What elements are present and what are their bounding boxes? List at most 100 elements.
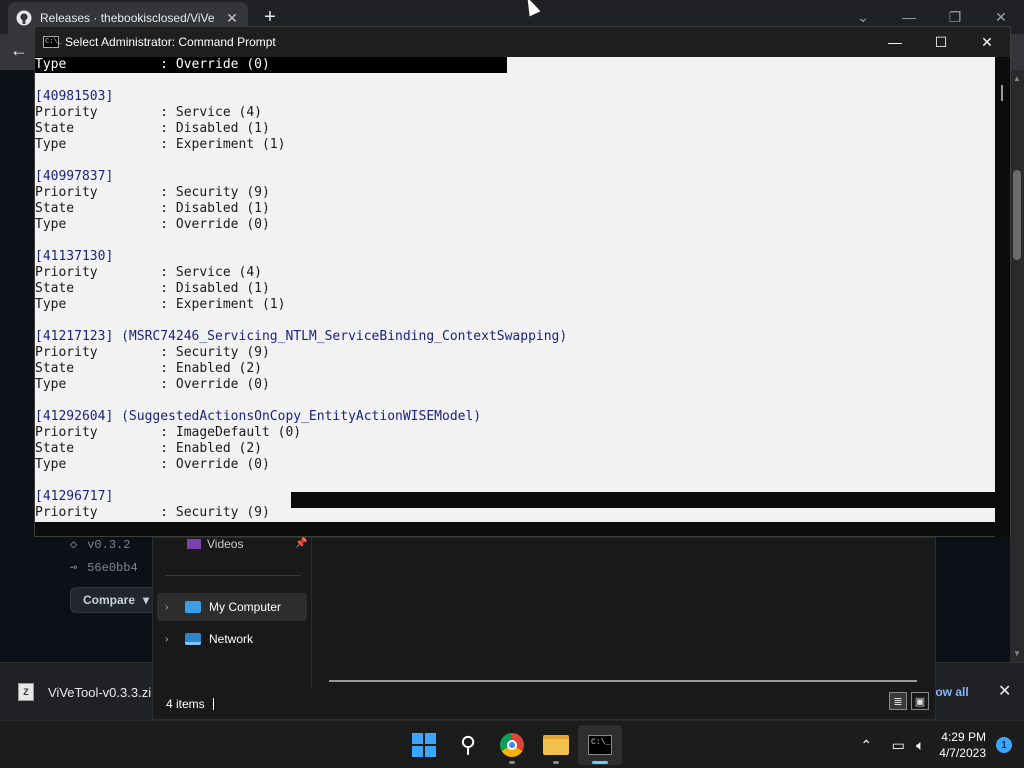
cmd-output-line: Priority : Service (4) [35,105,262,120]
item-count: 4 items [166,697,205,711]
cmd-output-line: State : Enabled (2) [35,441,262,456]
folder-icon [543,735,569,755]
nav-item-videos[interactable]: Videos [187,537,244,551]
browser-scrollbar[interactable]: ▲ ▼ [1010,70,1024,662]
cmd-output-line: Type : Experiment (1) [35,297,286,312]
cmd-output-line: Priority : ImageDefault (0) [35,425,302,440]
nav-item-my-computer[interactable]: › My Computer [157,593,307,621]
terminal-icon: C:\_ [588,735,612,755]
cmd-blank-line [35,73,567,89]
cmd-blank-line [35,313,567,329]
nav-divider [165,575,301,576]
show-hidden-icons-icon[interactable]: ⌃ [855,737,877,754]
github-icon [16,10,32,26]
explorer-status-bar: 4 items [153,688,935,720]
cmd-minimize-button[interactable]: — [872,27,918,57]
cmd-console-output[interactable]: Type : Override (0) [40981503] Priority : … [35,57,995,522]
cmd-text-lines: Type : Override (0) [40981503] Priority : … [35,57,567,522]
nav-item-network[interactable]: › Network [157,625,307,653]
command-prompt-window: C:\_ Select Administrator: Command Promp… [34,26,1011,537]
nav-item-videos-label: Videos [207,537,244,551]
cmd-title-bar[interactable]: C:\_ Select Administrator: Command Promp… [35,27,1010,57]
file-explorer-window: Videos 📌 › My Computer › Network 4 items… [152,537,936,720]
scroll-up-icon[interactable]: ▲ [1012,74,1022,83]
chevron-right-icon[interactable]: › [165,634,177,645]
cmd-output-line: State : Disabled (1) [35,121,270,136]
cmd-output-line: Priority : Security (9) [35,345,270,360]
release-tag[interactable]: ◇ v0.3.2 [70,537,131,553]
cmd-output-line: State : Enabled (2) [35,361,262,376]
active-indicator [592,761,608,764]
cmd-blank-line [35,393,567,409]
cmd-output-line: [40997837] [35,169,114,184]
cmd-output-line: Priority : Security (9) [35,185,270,200]
search-icon: ⚲ [459,732,477,757]
cmd-output-line: State : Disabled (1) [35,201,270,216]
back-arrow-icon[interactable]: ← [10,40,28,61]
cmd-scrollbar[interactable] [995,57,1010,537]
compare-button[interactable]: Compare ▾ [70,587,160,613]
commit-icon: ⊸ [70,561,78,575]
taskbar: ⚲ C:\_ ⌃ ▭ 🔈︎ 4:29 PM 4/7/2023 1 [0,720,1024,768]
browser-scroll-thumb[interactable] [1013,170,1021,260]
explorer-nav-pane: Videos 📌 › My Computer › Network [153,537,311,688]
cmd-output-line: [40981503] [35,89,114,104]
windows-logo-icon [412,733,436,757]
cmd-window-title: Select Administrator: Command Prompt [65,35,276,49]
download-file-name: ViVeTool-v0.3.3.zip [48,684,159,700]
clock-time: 4:29 PM [941,730,986,744]
download-bar-close-icon[interactable]: ✕ [998,681,1011,701]
chevron-right-icon[interactable]: › [165,602,177,613]
nav-item-my-computer-label: My Computer [209,600,282,614]
cmd-output-line: [41292604] (SuggestedActionsOnCopy_Entit… [35,409,482,424]
tab-close-icon[interactable]: ✕ [224,10,240,27]
cmd-scroll-thumb[interactable] [1001,85,1003,101]
taskbar-chrome[interactable] [498,731,526,759]
details-view-icon[interactable]: ≣ [889,692,907,710]
cmd-output-line: Type : Override (0) [35,217,270,232]
network-status-icon[interactable]: ▭ [887,737,909,754]
cmd-output-line: State : Enabled (2) [35,521,567,522]
volume-icon[interactable]: 🔈︎ [909,737,931,754]
cmd-output-line: State : Disabled (1) [35,281,270,296]
desktop: Releases · thebookisclosed/ViVe ✕ + ⌄ — … [0,0,1024,768]
cmd-output-line: Type : Experiment (1) [35,137,286,152]
start-button[interactable] [410,731,438,759]
cmd-output-line: Type : Override (0) [35,457,270,472]
cmd-output-line: [41137130] [35,249,114,264]
release-commit-label: 56e0bb4 [87,560,138,575]
cmd-output-line: [41217123] (MSRC74246_Servicing_NTLM_Ser… [35,329,568,344]
cmd-blank-line [35,153,567,169]
system-tray: ⌃ ▭ 🔈︎ 4:29 PM 4/7/2023 1 [855,721,1024,768]
cmd-window-controls: — ☐ ✕ [872,27,1010,57]
explorer-horizontal-scrollbar[interactable] [329,680,917,682]
computer-icon [185,601,201,613]
cmd-close-button[interactable]: ✕ [964,27,1010,57]
running-indicator [509,761,515,764]
running-indicator [553,761,559,764]
clock[interactable]: 4:29 PM 4/7/2023 [939,729,986,761]
release-commit[interactable]: ⊸ 56e0bb4 [70,560,138,576]
scroll-down-icon[interactable]: ▼ [1012,649,1022,658]
cmd-maximize-button[interactable]: ☐ [918,27,964,57]
cmd-output-line: Priority : Service (4) [35,265,262,280]
videos-folder-icon [187,539,201,549]
taskbar-command-prompt[interactable]: C:\_ [586,731,614,759]
clock-date: 4/7/2023 [939,746,986,760]
cmd-output-line: Type : Override (0) [35,57,270,72]
taskbar-file-explorer[interactable] [542,731,570,759]
tiles-view-icon[interactable]: ▣ [911,692,929,710]
cmd-blank-line [35,233,567,249]
notification-badge[interactable]: 1 [996,737,1012,753]
zip-file-icon: Z [18,683,34,701]
chrome-icon [500,733,524,757]
search-button[interactable]: ⚲ [454,731,482,759]
nav-pane-splitter[interactable] [311,538,312,688]
compare-label: Compare [83,593,136,607]
nav-item-network-label: Network [209,632,254,646]
cmd-unselected-region [291,492,995,508]
network-icon [185,633,201,645]
release-tag-label: v0.3.2 [87,537,131,552]
download-item[interactable]: Z ViVeTool-v0.3.3.zip [18,683,158,701]
pin-icon[interactable]: 📌 [295,538,307,549]
